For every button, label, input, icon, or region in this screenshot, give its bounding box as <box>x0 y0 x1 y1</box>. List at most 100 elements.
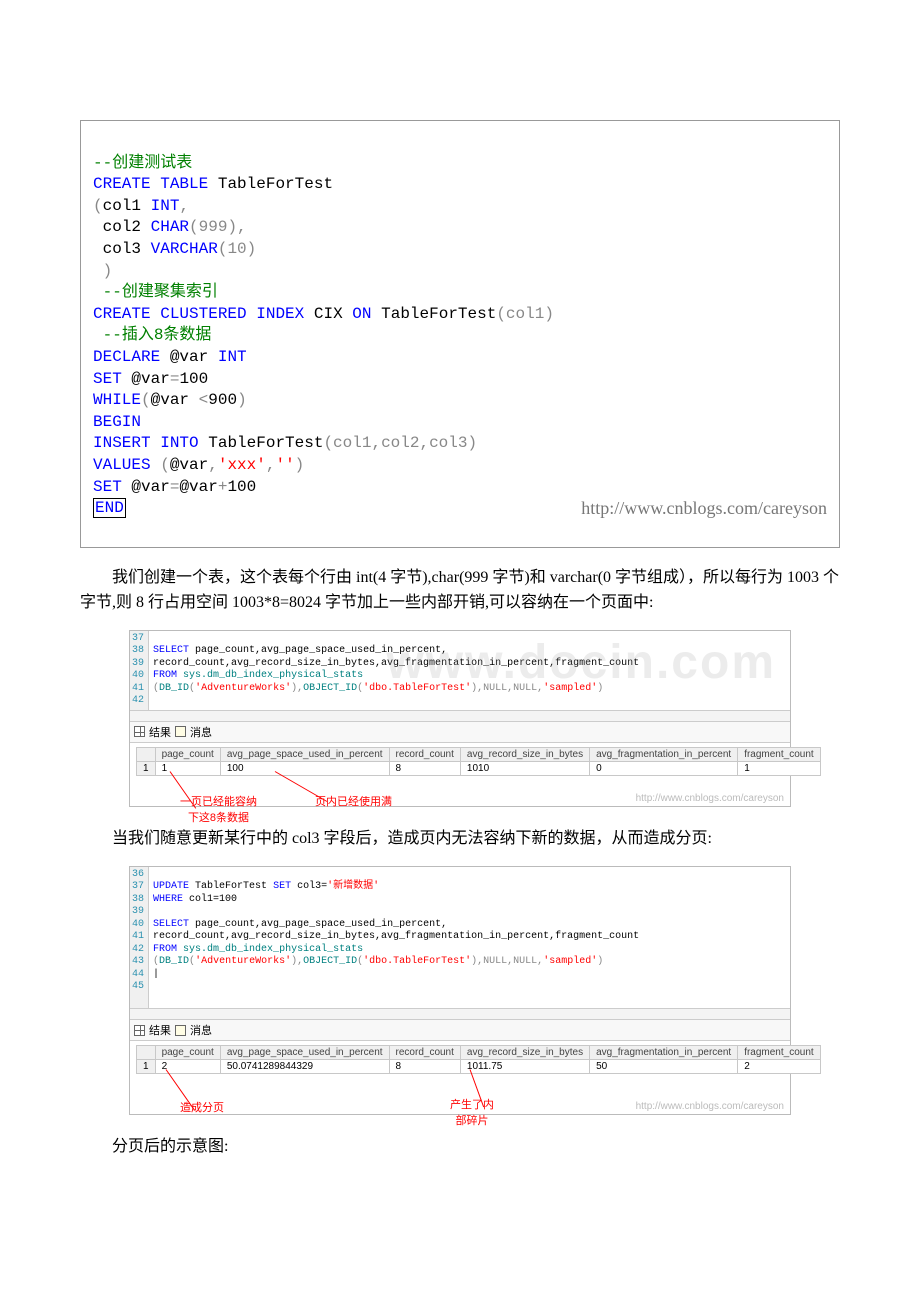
col-header[interactable]: avg_page_space_used_in_percent <box>220 1046 389 1060</box>
num: 100 <box>227 478 256 496</box>
kw: WHERE <box>153 894 183 905</box>
corner-cell <box>137 1046 156 1060</box>
kw: SELECT <box>153 645 189 656</box>
cell[interactable]: 8 <box>389 761 460 775</box>
col-header[interactable]: fragment_count <box>738 747 821 761</box>
watermark-url: http://www.cnblogs.com/careyson <box>636 1101 784 1112</box>
tab-messages[interactable]: 消息 <box>190 724 212 740</box>
str: 'dbo.TableForTest' <box>363 956 471 967</box>
kw: SET <box>273 881 291 892</box>
splitter[interactable] <box>130 710 790 722</box>
kw: INTO <box>160 434 198 452</box>
kw: SET <box>93 478 122 496</box>
code-comment: --创建聚集索引 <box>103 283 218 301</box>
text: NULL,NULL, <box>483 956 543 967</box>
kw: DECLARE <box>93 348 160 366</box>
table-row[interactable]: 1 2 50.0741289844329 8 1011.75 50 2 <box>137 1060 821 1074</box>
splitter[interactable] <box>130 1008 790 1020</box>
punct: ) <box>103 262 113 280</box>
body-paragraph: 我们创建一个表，这个表每个行由 int(4 字节),char(999 字节)和 … <box>80 566 840 616</box>
cell[interactable]: 100 <box>220 761 389 775</box>
cell[interactable]: 50.0741289844329 <box>220 1060 389 1074</box>
fn: sys.dm_db_index_physical_stats <box>183 944 363 955</box>
kw: TABLE <box>160 175 208 193</box>
col-header[interactable]: avg_record_size_in_bytes <box>460 1046 589 1060</box>
fn: DB_ID <box>159 956 189 967</box>
op: < <box>199 391 209 409</box>
tab-results[interactable]: 结果 <box>149 724 171 740</box>
cell[interactable]: 2 <box>738 1060 821 1074</box>
line-number: 37 <box>132 881 144 894</box>
cell[interactable]: 1011.75 <box>460 1060 589 1074</box>
text: col1=100 <box>189 894 237 905</box>
table-row[interactable]: 1 1 100 8 1010 0 1 <box>137 761 821 775</box>
kw: CHAR <box>151 218 189 236</box>
editor-pane: 37 38 39 40 41 42 SELECT page_count,avg_… <box>130 631 790 710</box>
kw: UPDATE <box>153 881 189 892</box>
str: 'sampled' <box>543 683 597 694</box>
line-gutter: 37 38 39 40 41 42 <box>130 631 149 710</box>
col-header[interactable]: record_count <box>389 747 460 761</box>
kw: INT <box>151 197 180 215</box>
tab-results[interactable]: 结果 <box>149 1022 171 1038</box>
kw: END <box>93 498 126 518</box>
row-number: 1 <box>137 1060 156 1074</box>
col-header[interactable]: avg_fragmentation_in_percent <box>590 747 738 761</box>
col-header[interactable]: page_count <box>155 1046 220 1060</box>
line-number: 42 <box>132 695 144 708</box>
code-pane: SELECT page_count,avg_page_space_used_in… <box>149 631 643 710</box>
line-number: 44 <box>132 969 144 982</box>
text: record_count,avg_record_size_in_bytes,av… <box>153 658 639 669</box>
op: = <box>170 370 180 388</box>
col-header[interactable]: avg_fragmentation_in_percent <box>590 1046 738 1060</box>
col-header[interactable]: page_count <box>155 747 220 761</box>
message-icon <box>175 1025 186 1036</box>
ident: TableForTest <box>208 434 323 452</box>
cell[interactable]: 8 <box>389 1060 460 1074</box>
kw: INSERT <box>93 434 151 452</box>
var: @var <box>131 370 169 388</box>
punct: (col1) <box>496 305 554 323</box>
cell[interactable]: 1 <box>738 761 821 775</box>
watermark-url: http://www.cnblogs.com/careyson <box>581 496 827 520</box>
kw: ON <box>352 305 371 323</box>
punct: , <box>208 456 218 474</box>
grid-icon <box>134 726 145 737</box>
kw: CREATE <box>93 305 151 323</box>
callout-text: 造成分页 <box>180 1099 224 1115</box>
text: page_count,avg_page_space_used_in_percen… <box>195 645 447 656</box>
num: 100 <box>179 370 208 388</box>
editor-pane: 36 37 38 39 40 41 42 43 44 45 UPDATE Tab… <box>130 867 790 1009</box>
str: 'sampled' <box>543 956 597 967</box>
ident: TableForTest <box>218 175 333 193</box>
line-number: 45 <box>132 981 144 994</box>
code-comment: --插入8条数据 <box>103 326 212 344</box>
punct: ) <box>597 956 603 967</box>
op: + <box>218 478 228 496</box>
cell[interactable]: 1 <box>155 761 220 775</box>
punct: ( <box>93 197 103 215</box>
str: 'AdventureWorks' <box>195 683 291 694</box>
results-table: page_count avg_page_space_used_in_percen… <box>136 747 821 776</box>
col-header[interactable]: avg_page_space_used_in_percent <box>220 747 389 761</box>
kw: FROM <box>153 670 177 681</box>
code-pane: UPDATE TableForTest SET col3='新增数据' WHER… <box>149 867 643 1009</box>
table-header-row: page_count avg_page_space_used_in_percen… <box>137 1046 821 1060</box>
punct: ) <box>597 683 603 694</box>
op: = <box>170 478 180 496</box>
punct: ) <box>237 391 247 409</box>
cell[interactable]: 2 <box>155 1060 220 1074</box>
col-header[interactable]: fragment_count <box>738 1046 821 1060</box>
callout-text: 一页已经能容纳 下这8条数据 <box>180 793 257 825</box>
cell[interactable]: 50 <box>590 1060 738 1074</box>
punct: ( <box>141 391 151 409</box>
punct: ) <box>295 456 305 474</box>
cell[interactable]: 0 <box>590 761 738 775</box>
punct: ), <box>291 683 303 694</box>
ident: TableForTest <box>195 881 267 892</box>
tab-messages[interactable]: 消息 <box>190 1022 212 1038</box>
cell[interactable]: 1010 <box>460 761 589 775</box>
col-header[interactable]: avg_record_size_in_bytes <box>460 747 589 761</box>
document-page: --创建测试表 CREATE TABLE TableForTest (col1 … <box>0 0 920 1234</box>
col-header[interactable]: record_count <box>389 1046 460 1060</box>
